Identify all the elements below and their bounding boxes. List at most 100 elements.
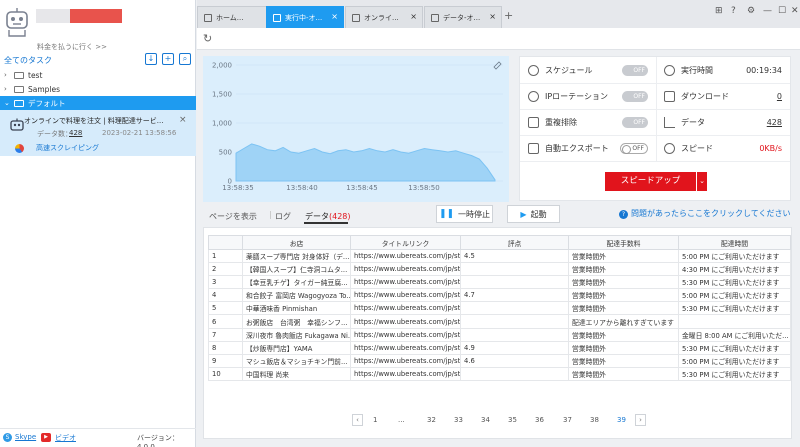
pay-link[interactable]: 料金を払うに行く >> — [37, 42, 107, 52]
speedup-button[interactable]: スピードアップ — [605, 172, 696, 191]
speedometer-icon — [664, 142, 675, 154]
sidebar: 料金を払うに行く >> 全てのタスク ↓ + ⌕ › test › Sample… — [0, 0, 196, 447]
page-38[interactable]: 38 — [590, 416, 599, 424]
ip-toggle[interactable]: OFF — [622, 91, 648, 102]
download-value[interactable]: 0 — [777, 92, 782, 101]
tab-online[interactable]: オンライ... × — [345, 6, 423, 28]
folder-label: デフォルト — [28, 98, 66, 108]
close-icon[interactable]: × — [179, 115, 187, 125]
pause-button[interactable]: ❚❚ 一時停止 — [436, 205, 493, 223]
column-header[interactable]: お店 — [242, 235, 351, 250]
table-cell: 【韓国人スープ】仁寺洞コムタ... — [242, 262, 351, 277]
table-cell: 営業時間外 — [568, 353, 679, 368]
table-row[interactable]: 9 マシュ飯店＆マショチキン門前... https://www.ubereats.c… — [208, 353, 791, 368]
download-label: ダウンロード — [681, 91, 729, 101]
video-link[interactable]: ビデオ — [55, 433, 76, 443]
clock-icon — [664, 64, 675, 76]
table-row[interactable]: 5 中華酒味香 Pinmishan https://www.ubereats.com… — [208, 301, 791, 316]
video-icon[interactable]: ▶ — [41, 433, 51, 442]
start-button[interactable]: ▶ 起動 — [507, 205, 560, 223]
tab-label: データ-オ... — [443, 13, 481, 22]
data-value[interactable]: 428 — [767, 118, 782, 127]
table-row[interactable]: 1 薬膳スープ専門店 対身体好（デ... https://www.ubereats.… — [208, 248, 791, 264]
reload-bar: ↻ — [197, 28, 800, 50]
skype-icon[interactable]: S — [3, 433, 12, 442]
tab-running[interactable]: 実行中-オ... × — [266, 6, 344, 28]
page-36[interactable]: 36 — [535, 416, 544, 424]
tab-data-view[interactable]: データ(428) — [305, 211, 351, 222]
page-34[interactable]: 34 — [481, 416, 490, 424]
close-icon[interactable]: × — [410, 12, 417, 21]
chevron-down-icon[interactable]: ⌄ — [697, 172, 707, 191]
table-row[interactable]: 8 【炒飯専門店】YAMA https://www.ubereats.com/jp/… — [208, 340, 791, 355]
task-item[interactable]: オンラインで料理を注文 | 料理配達サービ... × データ数： 428 202… — [0, 110, 196, 156]
gift-icon[interactable]: ⊞ — [715, 6, 723, 16]
help-icon[interactable]: ? — [731, 6, 736, 16]
table-cell: 5:30 PM にご利用いただけます — [678, 301, 791, 316]
data-row: データ 428 — [664, 112, 790, 132]
tab-data[interactable]: データ-オ... × — [424, 6, 502, 28]
tab-log[interactable]: ログ — [275, 211, 291, 222]
close-icon[interactable]: × — [331, 12, 338, 21]
table-cell: 2 — [208, 262, 243, 277]
dedup-toggle[interactable]: OFF — [622, 117, 648, 128]
skype-link[interactable]: Skype — [15, 433, 36, 441]
page-ellipsis[interactable]: ... — [398, 416, 405, 424]
export-row: 自動エクスポート OFF — [528, 138, 654, 158]
schedule-row: スケジュール OFF — [528, 60, 654, 80]
page-35[interactable]: 35 — [508, 416, 517, 424]
tab-page-view[interactable]: ページを表示 — [209, 211, 257, 222]
close-window-icon[interactable]: ✕ — [791, 6, 799, 16]
page-32[interactable]: 32 — [427, 416, 436, 424]
chevron-right-icon[interactable]: › — [635, 414, 646, 426]
column-header[interactable]: 配達時間 — [678, 235, 791, 250]
search-task-icon[interactable]: ⌕ — [179, 53, 191, 65]
chevron-left-icon[interactable]: ‹ — [352, 414, 363, 426]
schedule-toggle[interactable]: OFF — [622, 65, 648, 76]
maximize-icon[interactable]: ☐ — [778, 6, 786, 16]
table-row[interactable]: 10中国料理 尚来https://www.ubereats.com/jp/sto… — [208, 366, 791, 381]
reload-icon[interactable]: ↻ — [203, 32, 212, 45]
dedup-label: 重複排除 — [545, 117, 577, 127]
page-33[interactable]: 33 — [454, 416, 463, 424]
folder-default[interactable]: ⌄ デフォルト — [0, 96, 196, 110]
tab-home[interactable]: ホーム... — [197, 6, 275, 28]
ip-row: IPローテーション OFF — [528, 86, 654, 106]
table-cell: https://www.ubereats.com/jp/stor... — [350, 262, 461, 277]
page-37[interactable]: 37 — [563, 416, 572, 424]
table-row[interactable]: 7 深川夜市 魯肉飯店 Fukagawa Ni... https://www.ube… — [208, 327, 791, 342]
help-link[interactable]: ? 問題があったらここをクリックしてください — [619, 208, 791, 219]
app-logo-icon — [6, 8, 28, 37]
page-39-current[interactable]: 39 — [617, 416, 626, 424]
table-cell — [460, 327, 569, 342]
table-row[interactable]: 2 【韓国人スープ】仁寺洞コムタ... https://www.ubereats.c… — [208, 262, 791, 277]
import-task-icon[interactable]: ↓ — [145, 53, 157, 65]
folder-samples[interactable]: › Samples — [0, 82, 196, 96]
folder-test[interactable]: › test — [0, 68, 196, 82]
new-task-icon[interactable]: + — [162, 53, 174, 65]
column-header[interactable] — [208, 235, 243, 250]
close-icon[interactable]: × — [489, 12, 496, 21]
export-toggle[interactable]: OFF — [620, 143, 648, 154]
page-1[interactable]: 1 — [373, 416, 377, 424]
user-name-redacted — [36, 9, 70, 23]
table-cell: 1 — [208, 248, 243, 264]
table-row[interactable]: 4 和合餃子 富岡店 Wagogyoza To... https://www.ube… — [208, 288, 791, 303]
add-tab-icon[interactable]: + — [504, 9, 513, 22]
task-count-label: データ数： — [37, 130, 72, 138]
column-header[interactable]: 配達手数料 — [568, 235, 679, 250]
column-header[interactable]: タイトルリンク — [350, 235, 461, 250]
all-tasks-link[interactable]: 全てのタスク — [4, 55, 52, 66]
task-count-link[interactable]: 428 — [69, 129, 82, 137]
table-cell: 4.6 — [460, 353, 569, 368]
settings-icon[interactable]: ⚙ — [747, 6, 755, 16]
table-row[interactable]: 6 お粥飯店 台湾粥 幸福シンフ... https://www.ubereats.c… — [208, 314, 791, 329]
minimize-icon[interactable]: — — [763, 6, 772, 16]
table-cell: 4:30 PM にご利用いただけます — [678, 262, 791, 277]
home-icon — [204, 13, 212, 22]
page-icon — [431, 13, 439, 22]
table-row[interactable]: 3 【幸豆乳チゲ】タイガー純豆腐... https://www.ubereats.c… — [208, 275, 791, 290]
table-cell: 【幸豆乳チゲ】タイガー純豆腐... — [242, 275, 351, 290]
column-header[interactable]: 評点 — [460, 235, 569, 250]
export-label: 自動エクスポート — [545, 143, 609, 153]
